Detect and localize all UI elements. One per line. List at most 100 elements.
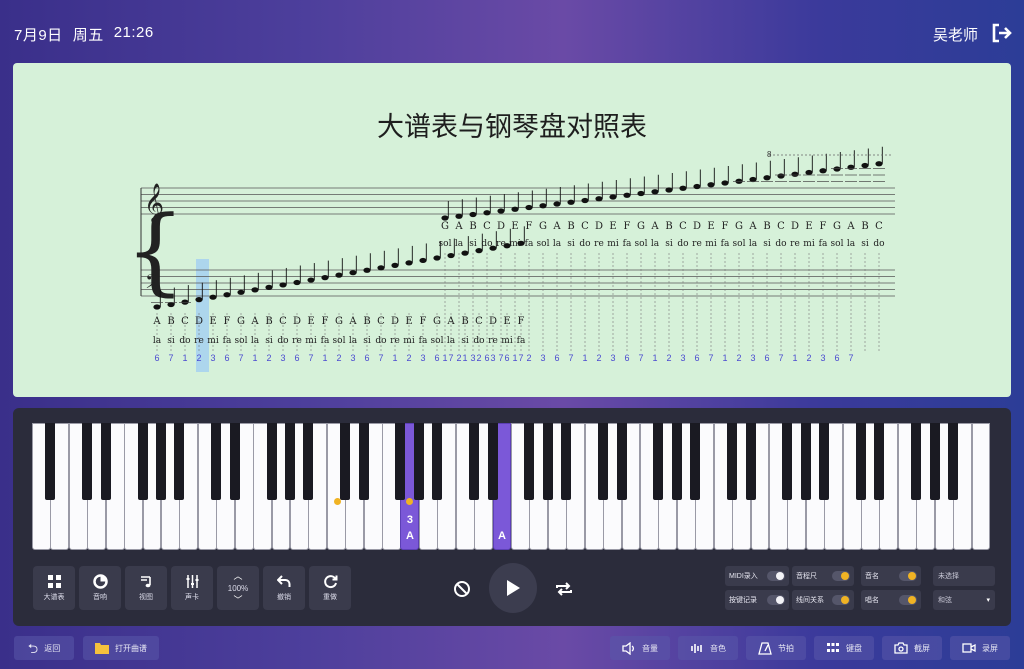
note-letter: D — [489, 316, 497, 327]
key-record-toggle[interactable]: 按键记录 — [725, 590, 789, 610]
selection-field[interactable]: 未选择 — [933, 566, 995, 586]
black-key[interactable] — [524, 423, 535, 500]
undo-button[interactable]: 撤销 — [263, 566, 305, 610]
waveform-icon — [691, 643, 702, 653]
loop-button[interactable] — [551, 576, 577, 602]
top-bar: 7月9日 周五 21:26 吴老师 — [0, 0, 1024, 62]
black-key[interactable] — [100, 423, 111, 500]
black-key[interactable] — [542, 423, 553, 500]
black-key[interactable] — [653, 423, 664, 500]
black-key[interactable] — [745, 423, 756, 500]
note-head — [833, 166, 841, 172]
black-key[interactable] — [819, 423, 830, 500]
black-key[interactable] — [911, 423, 922, 500]
switch-on[interactable] — [832, 571, 850, 581]
jianpu-number: 1 — [322, 353, 327, 363]
back-button[interactable]: ⮌ 返回 — [14, 636, 74, 660]
back-label: 返回 — [44, 643, 61, 653]
line-relation-toggle[interactable]: 线间关系 — [792, 590, 854, 610]
black-key[interactable] — [211, 423, 222, 500]
black-key[interactable] — [616, 423, 627, 500]
note-name-toggle[interactable]: 音名 — [861, 566, 921, 586]
method-select[interactable]: 和弦 ▾ — [933, 590, 995, 610]
logout-icon[interactable] — [990, 22, 1012, 44]
black-key[interactable] — [929, 423, 940, 500]
chevron-up-icon[interactable]: ︿ — [233, 571, 242, 581]
jianpu-number: 7 — [708, 353, 713, 363]
switch-off[interactable] — [767, 595, 785, 605]
record-screen-button[interactable]: 录屏 — [950, 636, 1010, 660]
tool-label: 视图 — [139, 594, 153, 601]
black-key[interactable] — [340, 423, 351, 500]
black-key[interactable] — [174, 423, 185, 500]
sound-button[interactable]: 音响 — [79, 566, 121, 610]
screenshot-button[interactable]: 截屏 — [882, 636, 942, 660]
interval-ruler-toggle[interactable]: 音程尺 — [792, 566, 854, 586]
jianpu-number: 2 — [596, 353, 601, 363]
note-letter: E — [707, 221, 714, 232]
note-solfege: re — [390, 336, 400, 346]
black-key[interactable] — [690, 423, 701, 500]
black-key[interactable] — [487, 423, 498, 500]
black-key[interactable] — [395, 423, 406, 500]
solfege-toggle[interactable]: 唱名 — [861, 590, 921, 610]
black-key[interactable] — [800, 423, 811, 500]
black-key[interactable] — [155, 423, 166, 500]
stop-button[interactable] — [449, 576, 475, 602]
chevron-down-icon[interactable]: ﹀ — [233, 595, 242, 605]
black-key[interactable] — [782, 423, 793, 500]
note-solfege: si — [469, 239, 477, 249]
black-key[interactable] — [671, 423, 682, 500]
note-letter: B — [363, 316, 370, 327]
timbre-button[interactable]: 音色 — [678, 636, 738, 660]
black-key[interactable] — [727, 423, 738, 500]
switch-on[interactable] — [832, 595, 850, 605]
note-letter: A — [152, 316, 161, 327]
soundcard-button[interactable]: 声卡 — [171, 566, 213, 610]
jianpu-number: 3 — [610, 353, 615, 363]
black-key[interactable] — [266, 423, 277, 500]
black-key[interactable] — [413, 423, 424, 500]
note-solfege: re — [194, 336, 204, 346]
redo-button[interactable]: 重做 — [309, 566, 351, 610]
white-key[interactable] — [971, 423, 991, 550]
black-key[interactable] — [432, 423, 443, 500]
black-key[interactable] — [303, 423, 314, 500]
black-key[interactable] — [284, 423, 295, 500]
open-score-button[interactable]: 打开曲谱 — [83, 636, 159, 660]
midi-input-toggle[interactable]: MIDI录入 — [725, 566, 789, 586]
black-key[interactable] — [598, 423, 609, 500]
keyboard-button[interactable]: 键盘 — [814, 636, 874, 660]
jianpu-number: 1 — [722, 353, 727, 363]
piano-keyboard[interactable]: 3 A A — [32, 423, 991, 550]
black-key[interactable] — [874, 423, 885, 500]
switch-off[interactable] — [767, 571, 785, 581]
toggle-panel: MIDI录入 按键记录 音程尺 线间关系 音名 唱名 未选择 和弦 ▾ — [725, 566, 995, 612]
rhythm-button[interactable]: 节拍 — [746, 636, 806, 660]
note-letter: C — [581, 221, 589, 232]
black-key[interactable] — [856, 423, 867, 500]
zoom-control[interactable]: ︿ 100% ﹀ — [217, 566, 259, 610]
time: 21:26 — [113, 24, 154, 41]
note-letter: D — [293, 316, 301, 327]
note-letter: B — [763, 221, 770, 232]
switch-on[interactable] — [899, 595, 917, 605]
view-button[interactable]: 视图 — [125, 566, 167, 610]
tool-label: 音响 — [93, 594, 107, 601]
black-key[interactable] — [45, 423, 56, 500]
camera-icon — [894, 642, 908, 654]
play-button[interactable] — [489, 563, 537, 613]
grand-staff-button[interactable]: 大谱表 — [33, 566, 75, 610]
black-key[interactable] — [948, 423, 959, 500]
black-key[interactable] — [137, 423, 148, 500]
back-arrow-icon: ⮌ — [27, 640, 39, 656]
black-key[interactable] — [469, 423, 480, 500]
note-head — [461, 250, 469, 256]
switch-on[interactable] — [899, 571, 917, 581]
black-key[interactable] — [82, 423, 93, 500]
black-key[interactable] — [358, 423, 369, 500]
volume-button[interactable]: 音量 — [610, 636, 670, 660]
black-key[interactable] — [561, 423, 572, 500]
note-letter: B — [469, 221, 476, 232]
black-key[interactable] — [229, 423, 240, 500]
